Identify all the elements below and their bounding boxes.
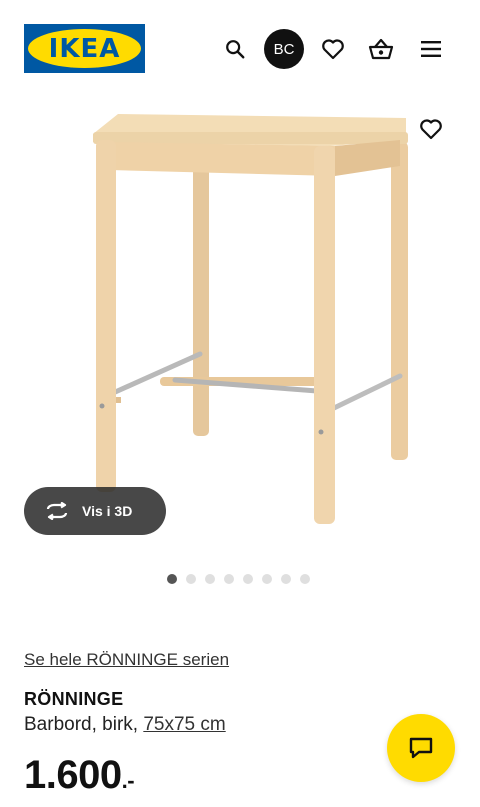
gallery-dot[interactable] <box>186 574 196 584</box>
menu-button[interactable] <box>411 29 451 69</box>
gallery-pagination <box>167 574 310 584</box>
gallery-dot[interactable] <box>224 574 234 584</box>
cart-button[interactable] <box>361 29 401 69</box>
product-name: RÖNNINGE <box>24 689 124 709</box>
chat-button[interactable] <box>387 714 455 782</box>
avatar-initials: BC <box>273 40 295 58</box>
product-price: 1.600.- <box>24 753 135 798</box>
rotate-icon <box>46 502 68 520</box>
gallery-dot[interactable] <box>167 574 177 584</box>
favorites-button[interactable] <box>313 29 353 69</box>
menu-icon <box>421 41 441 57</box>
chat-icon <box>409 737 433 759</box>
price-suffix: .- <box>121 768 135 793</box>
product-description-text: Barbord, birk, <box>24 714 144 735</box>
logo-oval: IKEA <box>28 29 141 68</box>
gallery-dot[interactable] <box>262 574 272 584</box>
size-link[interactable]: 75x75 cm <box>143 714 225 735</box>
profile-avatar[interactable]: BC <box>264 29 304 69</box>
view-in-3d-button[interactable]: Vis i 3D <box>24 487 166 535</box>
basket-icon <box>368 38 394 60</box>
heart-icon <box>322 39 344 60</box>
gallery-dot[interactable] <box>300 574 310 584</box>
product-description: Barbord, birk, 75x75 cm <box>24 714 226 736</box>
ikea-logo[interactable]: IKEA <box>24 24 145 73</box>
logo-text: IKEA <box>48 33 121 64</box>
gallery-dot[interactable] <box>205 574 215 584</box>
header: IKEA BC <box>0 0 480 96</box>
add-to-favorites-button[interactable] <box>414 112 448 146</box>
series-link[interactable]: Se hele RÖNNINGE serien <box>24 650 229 670</box>
price-value: 1.600 <box>24 753 122 797</box>
heart-icon <box>420 119 442 140</box>
view-in-3d-label: Vis i 3D <box>82 503 133 519</box>
search-button[interactable] <box>215 29 255 69</box>
gallery-dot[interactable] <box>243 574 253 584</box>
search-icon <box>226 40 245 59</box>
gallery-dot[interactable] <box>281 574 291 584</box>
